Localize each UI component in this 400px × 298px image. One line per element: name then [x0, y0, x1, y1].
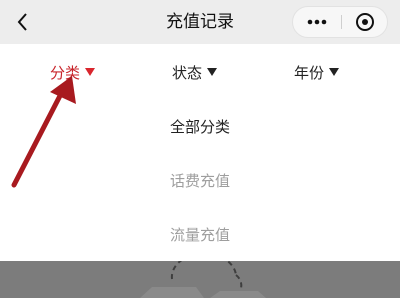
filter-bar: 分类 状态 年份 [0, 50, 400, 94]
option-data-recharge[interactable]: 流量充值 [0, 207, 400, 261]
triangle-down-icon [85, 68, 96, 76]
filter-category[interactable]: 分类 [50, 50, 96, 94]
filter-category-label: 分类 [50, 63, 81, 82]
nav-header: 充值记录 [0, 0, 400, 44]
close-button[interactable] [342, 7, 388, 37]
option-phone-recharge[interactable]: 话费充值 [0, 153, 400, 207]
recharge-records-page: 充值记录 分类 状态 年份 全部分类 话费充值 流量充值 [0, 0, 400, 298]
filter-year-label: 年份 [294, 63, 325, 82]
more-button[interactable] [293, 7, 341, 37]
chevron-left-icon [17, 13, 27, 31]
triangle-down-icon [329, 68, 340, 76]
more-dots-icon [307, 19, 327, 25]
option-all-categories[interactable]: 全部分类 [0, 99, 400, 153]
category-dropdown: 全部分类 话费充值 流量充值 [0, 99, 400, 261]
close-circle-icon [356, 13, 374, 31]
back-button[interactable] [8, 6, 38, 38]
mask-overlay[interactable] [0, 261, 400, 298]
empty-state-icon [140, 261, 266, 298]
triangle-down-icon [207, 68, 218, 76]
filter-status-label: 状态 [172, 63, 203, 82]
filter-year[interactable]: 年份 [294, 50, 340, 94]
filter-status[interactable]: 状态 [172, 50, 218, 94]
mini-program-capsule [292, 6, 388, 38]
